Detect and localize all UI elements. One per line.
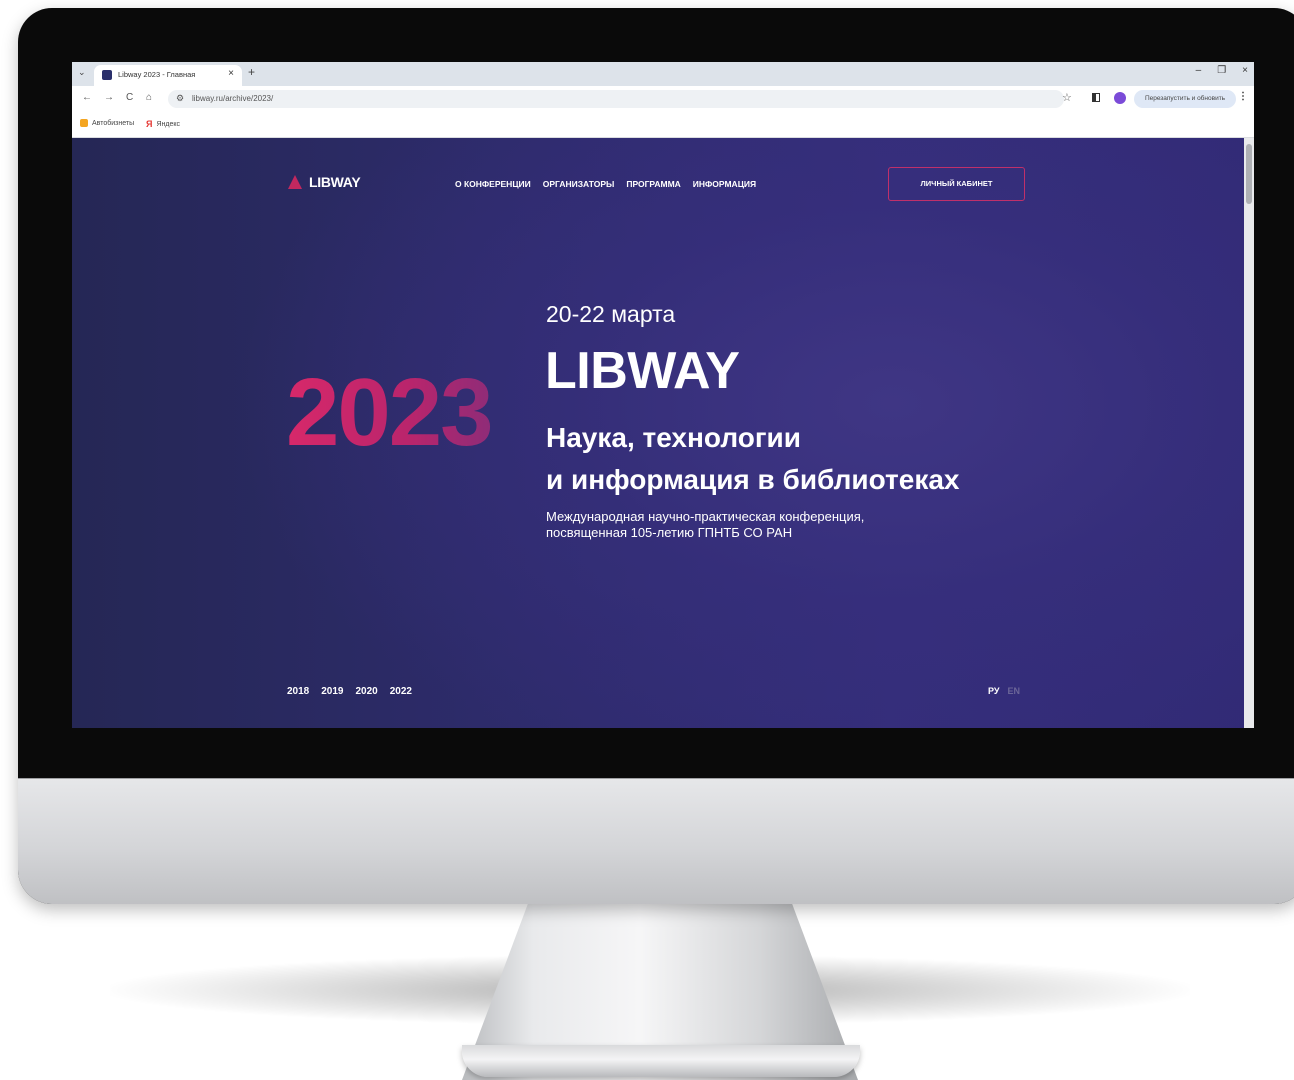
- menu-kebab-icon[interactable]: ⋮: [1238, 91, 1248, 102]
- archive-year-link[interactable]: 2019: [321, 686, 343, 697]
- bookmark-item[interactable]: Автобизнеты: [80, 119, 134, 127]
- conference-title: LIBWAY: [545, 342, 740, 400]
- scroll-thumb[interactable]: [1246, 144, 1252, 204]
- restore-icon[interactable]: ❐: [1217, 65, 1226, 76]
- site-info-icon[interactable]: ⚙: [176, 93, 184, 104]
- nav-program[interactable]: ПРОГРАММА: [626, 179, 680, 189]
- archive-year-link[interactable]: 2018: [287, 686, 309, 697]
- tab-strip: ⌄ Libway 2023 - Главная × + – ❐ ×: [72, 62, 1254, 86]
- conference-description: Международная научно-практическая конфер…: [546, 509, 986, 541]
- nav-information[interactable]: ИНФОРМАЦИЯ: [693, 179, 756, 189]
- monitor: ⌄ Libway 2023 - Главная × + – ❐ × ← → C …: [18, 8, 1294, 904]
- main-nav: О КОНФЕРЕНЦИИ ОРГАНИЗАТОРЫ ПРОГРАММА ИНФ…: [455, 179, 756, 189]
- window-controls: – ❐ ×: [1196, 65, 1248, 76]
- event-dates: 20-22 марта: [546, 301, 676, 327]
- nav-organizers[interactable]: ОРГАНИЗАТОРЫ: [543, 179, 615, 189]
- bookmark-label: Яндекс: [156, 120, 181, 128]
- archive-years: 2018 2019 2020 2022: [287, 686, 412, 697]
- browser-window: ⌄ Libway 2023 - Главная × + – ❐ × ← → C …: [72, 62, 1254, 728]
- logo-text: LIBWAY: [309, 174, 361, 190]
- website-hero: LIBWAY О КОНФЕРЕНЦИИ ОРГАНИЗАТОРЫ ПРОГРА…: [72, 138, 1244, 728]
- tab-search-icon[interactable]: ⌄: [78, 67, 86, 78]
- bookmark-item[interactable]: Я Яндекс: [146, 119, 180, 129]
- subtitle-line: Наука, технологии: [546, 422, 801, 453]
- logo-mark-icon: [288, 175, 302, 189]
- archive-year-link[interactable]: 2020: [356, 686, 378, 697]
- account-button[interactable]: ЛИЧНЫЙ КАБИНЕТ: [888, 167, 1025, 201]
- close-window-icon[interactable]: ×: [1242, 65, 1248, 76]
- new-tab-button[interactable]: +: [248, 65, 255, 79]
- url-text[interactable]: libway.ru/archive/2023/: [192, 94, 273, 103]
- site-logo[interactable]: LIBWAY: [288, 174, 361, 190]
- monitor-chin: [18, 778, 1294, 904]
- browser-toolbar: ← → C ⌂ ⚙ libway.ru/archive/2023/ ☆ Пере…: [72, 86, 1254, 112]
- reload-icon[interactable]: C: [126, 92, 133, 103]
- browser-tab[interactable]: Libway 2023 - Главная ×: [94, 65, 242, 86]
- bookmark-label: Автобизнеты: [92, 119, 135, 127]
- bookmark-star-icon[interactable]: ☆: [1062, 91, 1072, 104]
- update-button[interactable]: Перезапустить и обновить: [1134, 90, 1236, 108]
- favicon-icon: [102, 70, 112, 80]
- description-line: посвященная 105-летию ГПНТБ СО РАН: [546, 525, 793, 540]
- home-icon[interactable]: ⌂: [146, 92, 152, 103]
- subtitle-line: и информация в библиотеках: [546, 464, 960, 495]
- profile-avatar-icon[interactable]: [1114, 92, 1126, 104]
- minimize-icon[interactable]: –: [1196, 65, 1202, 76]
- hero-year: 2023: [286, 359, 494, 466]
- conference-subtitle: Наука, технологии и информация в библиот…: [546, 417, 1066, 501]
- side-panel-icon[interactable]: [1092, 93, 1100, 102]
- page-scrollbar[interactable]: [1244, 138, 1254, 728]
- bookmarks-bar: Автобизнеты Я Яндекс: [72, 112, 1254, 138]
- bookmark-folder-icon: [80, 119, 88, 127]
- address-bar[interactable]: ⚙ libway.ru/archive/2023/: [168, 90, 1064, 108]
- nav-about[interactable]: О КОНФЕРЕНЦИИ: [455, 179, 531, 189]
- close-tab-icon[interactable]: ×: [228, 68, 234, 79]
- back-icon[interactable]: ←: [82, 92, 92, 103]
- description-line: Международная научно-практическая конфер…: [546, 509, 865, 524]
- yandex-icon: Я: [146, 119, 153, 129]
- tab-title: Libway 2023 - Главная: [118, 70, 196, 79]
- monitor-stand-foot: [462, 1045, 860, 1077]
- language-switcher: РУ EN: [988, 686, 1020, 696]
- lang-en[interactable]: EN: [1007, 686, 1020, 696]
- archive-year-link[interactable]: 2022: [390, 686, 412, 697]
- lang-ru[interactable]: РУ: [988, 686, 999, 696]
- forward-icon[interactable]: →: [104, 92, 114, 103]
